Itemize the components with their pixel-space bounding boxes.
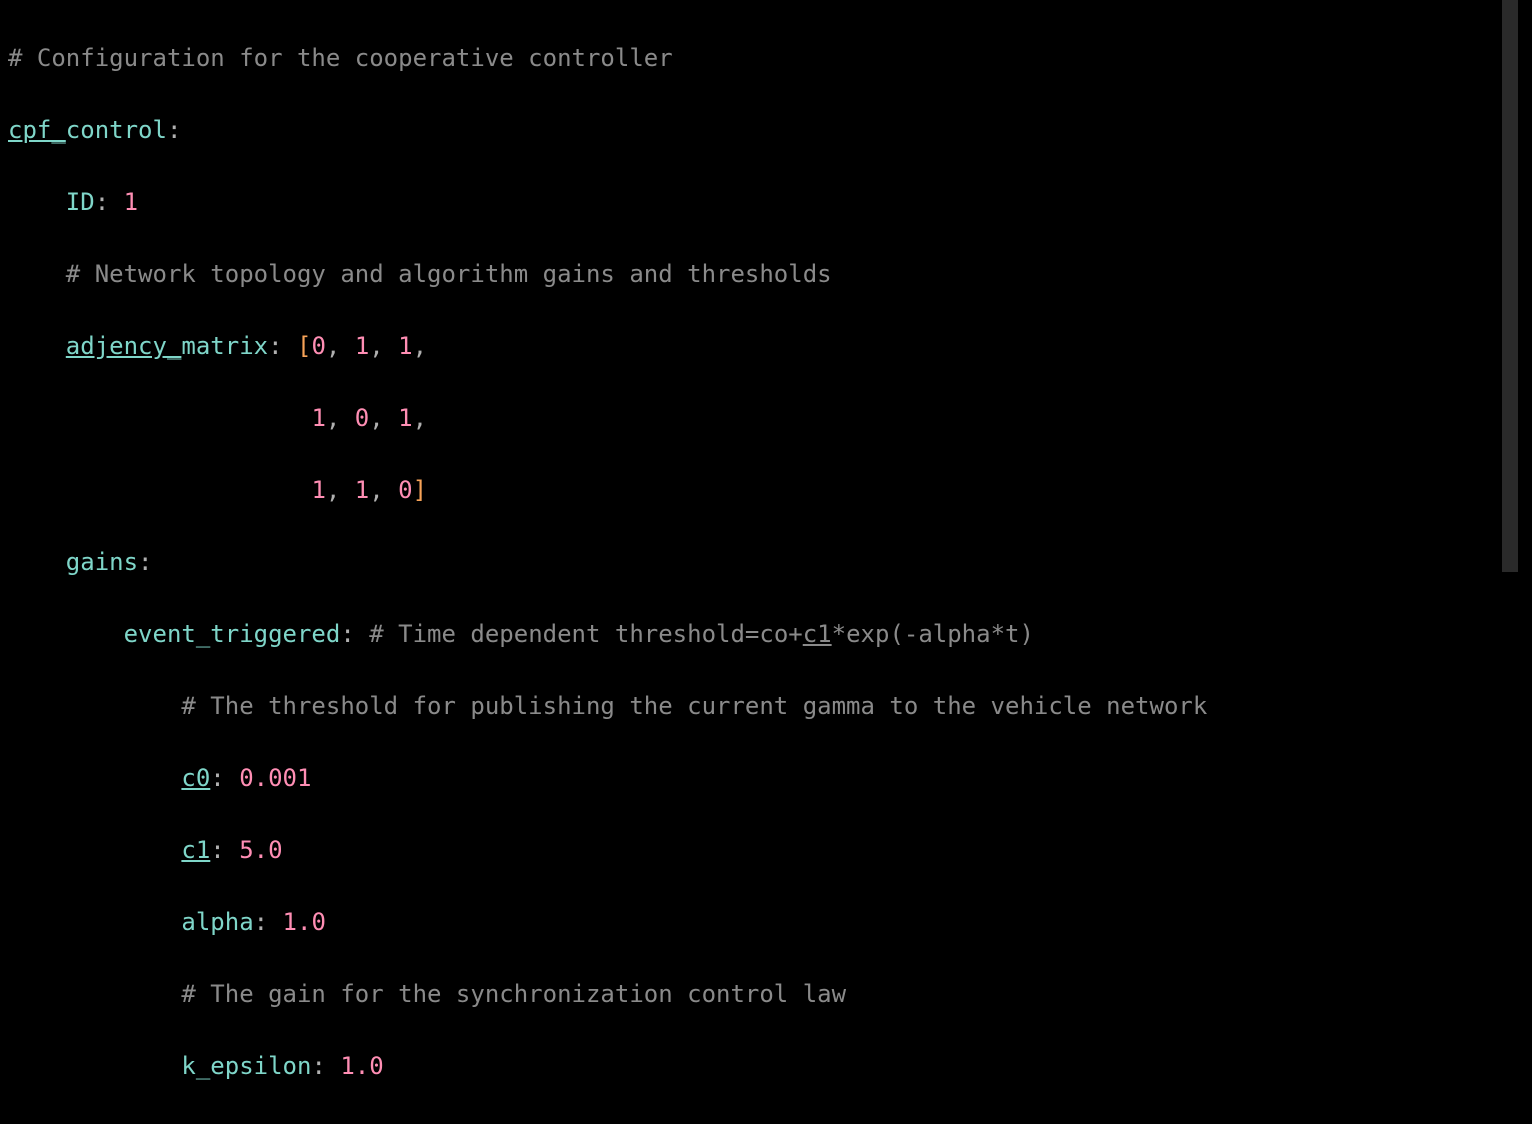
code-line: # Network topology and algorithm gains a… bbox=[8, 256, 1524, 292]
code-line: k_epsilon: 1.0 bbox=[8, 1048, 1524, 1084]
comma: , bbox=[326, 476, 340, 504]
number: 1 bbox=[311, 476, 325, 504]
colon: : bbox=[311, 1052, 325, 1080]
number: 0 bbox=[311, 332, 325, 360]
comment: *exp(-alpha*t) bbox=[832, 620, 1034, 648]
code-line: event_triggered: # Time dependent thresh… bbox=[8, 616, 1524, 652]
colon: : bbox=[95, 188, 109, 216]
comment: # Network topology and algorithm gains a… bbox=[66, 260, 832, 288]
colon: : bbox=[268, 332, 282, 360]
yaml-key: k_epsilon bbox=[181, 1052, 311, 1080]
comment: # The gain for the synchronization contr… bbox=[181, 980, 846, 1008]
comma: , bbox=[326, 332, 340, 360]
number: 0 bbox=[398, 476, 412, 504]
comma: , bbox=[369, 404, 383, 432]
code-line: gains: bbox=[8, 544, 1524, 580]
number: 5.0 bbox=[239, 836, 282, 864]
colon: : bbox=[210, 764, 224, 792]
colon: : bbox=[210, 836, 224, 864]
code-line: c0: 0.001 bbox=[8, 760, 1524, 796]
comment: # The threshold for publishing the curre… bbox=[181, 692, 1207, 720]
code-line: 1, 1, 0] bbox=[8, 472, 1524, 508]
comma: , bbox=[369, 476, 383, 504]
yaml-key: cpf_ bbox=[8, 116, 66, 144]
code-line: cpf_control: bbox=[8, 112, 1524, 148]
code-line: c1: 5.0 bbox=[8, 832, 1524, 868]
vertical-scrollbar[interactable] bbox=[1502, 0, 1518, 572]
comma: , bbox=[369, 332, 383, 360]
colon: : bbox=[167, 116, 181, 144]
bracket-open: [ bbox=[297, 332, 311, 360]
yaml-key: ID bbox=[66, 188, 95, 216]
yaml-key: control bbox=[66, 116, 167, 144]
code-line: ID: 1 bbox=[8, 184, 1524, 220]
yaml-key: c1 bbox=[181, 836, 210, 864]
comment: c1 bbox=[803, 620, 832, 648]
comment: # Time dependent threshold=co+ bbox=[369, 620, 802, 648]
colon: : bbox=[254, 908, 268, 936]
yaml-key: alpha bbox=[181, 908, 253, 936]
number: 0.001 bbox=[239, 764, 311, 792]
number: 1 bbox=[311, 404, 325, 432]
number: 1.0 bbox=[283, 908, 326, 936]
colon: : bbox=[340, 620, 354, 648]
comment: # Configuration for the cooperative cont… bbox=[8, 44, 673, 72]
number: 1.0 bbox=[340, 1052, 383, 1080]
code-line: 1, 0, 1, bbox=[8, 400, 1524, 436]
code-editor[interactable]: # Configuration for the cooperative cont… bbox=[0, 0, 1532, 1124]
code-line: # The threshold for publishing the curre… bbox=[8, 688, 1524, 724]
code-line: alpha: 1.0 bbox=[8, 904, 1524, 940]
yaml-key: matrix bbox=[181, 332, 268, 360]
yaml-key: adjency_ bbox=[66, 332, 182, 360]
code-line: # The gain for the synchronization contr… bbox=[8, 976, 1524, 1012]
number: 1 bbox=[124, 188, 138, 216]
code-line: adjency_matrix: [0, 1, 1, bbox=[8, 328, 1524, 364]
number: 0 bbox=[355, 404, 369, 432]
comma: , bbox=[413, 332, 427, 360]
code-line: # Configuration for the cooperative cont… bbox=[8, 40, 1524, 76]
yaml-key: event_triggered bbox=[124, 620, 341, 648]
yaml-key: c0 bbox=[181, 764, 210, 792]
number: 1 bbox=[355, 332, 369, 360]
comma: , bbox=[413, 404, 427, 432]
number: 1 bbox=[355, 476, 369, 504]
number: 1 bbox=[398, 332, 412, 360]
comma: , bbox=[326, 404, 340, 432]
number: 1 bbox=[398, 404, 412, 432]
bracket-close: ] bbox=[413, 476, 427, 504]
